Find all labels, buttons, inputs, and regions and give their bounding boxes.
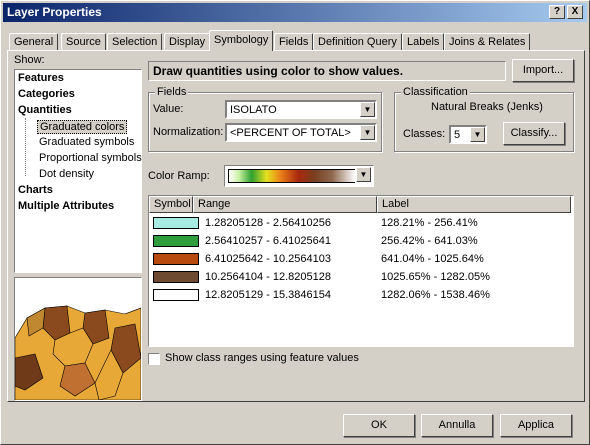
map-preview [14, 277, 142, 401]
classification-method: Natural Breaks (Jenks) [431, 101, 543, 113]
table-rows: 1.28205128 - 2.56410256 128.21% - 256.41%… [149, 215, 573, 305]
normalization-dropdown-text: <PERCENT OF TOTAL> [230, 127, 351, 139]
tree-connector [25, 118, 26, 176]
map-thumbnail [15, 278, 141, 400]
classification-group-title: Classification [401, 86, 470, 98]
show-ranges-checkbox[interactable] [148, 353, 160, 365]
classes-table[interactable]: Symbol Range Label 1.28205128 - 2.564102… [148, 195, 574, 347]
title-bar: Layer Properties ? X [3, 3, 587, 22]
tab-selection[interactable]: Selection [107, 33, 163, 51]
color-ramp-swatch [228, 169, 356, 183]
classes-dropdown[interactable]: 5 ▼ [449, 125, 487, 144]
description-text: Draw quantities using color to show valu… [148, 61, 506, 81]
class-symbol-swatch[interactable] [153, 253, 199, 265]
tab-joins-relates[interactable]: Joins & Relates [444, 33, 531, 51]
table-row[interactable]: 6.41025642 - 10.2564103 641.04% - 1025.64… [149, 251, 573, 267]
tree-charts[interactable]: Charts [18, 184, 53, 196]
value-dropdown[interactable]: ISOLATO ▼ [225, 100, 377, 119]
apply-button[interactable]: Applica [500, 414, 572, 437]
class-range[interactable]: 2.56410257 - 6.41025641 [205, 233, 331, 249]
show-label: Show: [14, 54, 45, 66]
tree-categories[interactable]: Categories [18, 88, 75, 100]
color-ramp-arrow[interactable]: ▼ [355, 167, 371, 185]
class-range[interactable]: 1.28205128 - 2.56410256 [205, 215, 331, 231]
chevron-down-icon[interactable]: ▼ [356, 167, 371, 182]
tab-symbology[interactable]: Symbology [209, 30, 274, 51]
tree-graduated-colors[interactable]: Graduated colors [37, 120, 128, 134]
show-ranges-label: Show class ranges using feature values [165, 352, 359, 364]
tab-source[interactable]: Source [61, 33, 106, 51]
symbology-panel: Show: Features Categories Quantities Gra… [7, 50, 585, 402]
classes-dropdown-text: 5 [454, 129, 461, 141]
normalization-label: Normalization: [153, 126, 224, 138]
help-button[interactable]: ? [549, 5, 565, 19]
class-symbol-swatch[interactable] [153, 235, 199, 247]
close-button[interactable]: X [567, 5, 583, 19]
tab-fields[interactable]: Fields [274, 33, 314, 51]
normalization-dropdown[interactable]: <PERCENT OF TOTAL> ▼ [225, 123, 377, 142]
col-header-range[interactable]: Range [193, 196, 377, 213]
class-label[interactable]: 1025.65% - 1282.05% [381, 269, 490, 285]
class-symbol-swatch[interactable] [153, 217, 199, 229]
tab-definition-query[interactable]: Definition Query [313, 33, 402, 51]
classification-group: Classification Natural Breaks (Jenks) Cl… [394, 86, 574, 152]
chevron-down-icon[interactable]: ▼ [470, 127, 485, 142]
chevron-down-icon[interactable]: ▼ [360, 102, 375, 117]
table-row[interactable]: 12.8205129 - 15.3846154 1282.06% - 1538.4… [149, 287, 573, 303]
import-button[interactable]: Import... [512, 59, 574, 82]
tree-proportional-symbols[interactable]: Proportional symbols [37, 152, 144, 164]
class-label[interactable]: 256.42% - 641.03% [381, 233, 478, 249]
value-label: Value: [153, 103, 184, 115]
classes-label: Classes: [403, 128, 446, 140]
ok-button[interactable]: OK [343, 414, 415, 437]
tree-graduated-symbols[interactable]: Graduated symbols [37, 136, 136, 148]
table-row[interactable]: 10.2564104 - 12.8205128 1025.65% - 1282.0… [149, 269, 573, 285]
tab-display[interactable]: Display [164, 33, 211, 51]
tab-general[interactable]: General [9, 33, 59, 51]
fields-group-title: Fields [155, 86, 189, 98]
tree-dot-density[interactable]: Dot density [37, 168, 96, 180]
layer-properties-window: Layer Properties ? X General Source Sele… [0, 0, 590, 445]
value-dropdown-text: ISOLATO [230, 104, 277, 116]
table-row[interactable]: 1.28205128 - 2.56410256 128.21% - 256.41% [149, 215, 573, 231]
class-range[interactable]: 12.8205129 - 15.3846154 [205, 287, 331, 303]
class-symbol-swatch[interactable] [153, 289, 199, 301]
class-label[interactable]: 1282.06% - 1538.46% [381, 287, 490, 303]
fields-group: Fields Value: ISOLATO ▼ Normalization: <… [148, 86, 382, 152]
color-ramp-label: Color Ramp: [148, 170, 210, 182]
col-header-symbol[interactable]: Symbol [149, 196, 193, 213]
cancel-button[interactable]: Annulla [421, 414, 493, 437]
color-ramp-dropdown[interactable]: ▼ [224, 165, 374, 187]
tree-multiple-attributes[interactable]: Multiple Attributes [18, 200, 114, 212]
class-symbol-swatch[interactable] [153, 271, 199, 283]
classify-button[interactable]: Classify... [503, 122, 565, 145]
class-label[interactable]: 641.04% - 1025.64% [381, 251, 484, 267]
show-tree[interactable]: Features Categories Quantities Graduated… [14, 69, 142, 273]
chevron-down-icon[interactable]: ▼ [360, 125, 375, 140]
table-row[interactable]: 2.56410257 - 6.41025641 256.42% - 641.03% [149, 233, 573, 249]
class-label[interactable]: 128.21% - 256.41% [381, 215, 478, 231]
window-title: Layer Properties [7, 5, 102, 19]
tab-labels[interactable]: Labels [402, 33, 445, 51]
tree-quantities[interactable]: Quantities [18, 104, 72, 116]
class-range[interactable]: 10.2564104 - 12.8205128 [205, 269, 331, 285]
col-header-label[interactable]: Label [377, 196, 571, 213]
tree-features[interactable]: Features [18, 72, 64, 84]
class-range[interactable]: 6.41025642 - 10.2564103 [205, 251, 331, 267]
